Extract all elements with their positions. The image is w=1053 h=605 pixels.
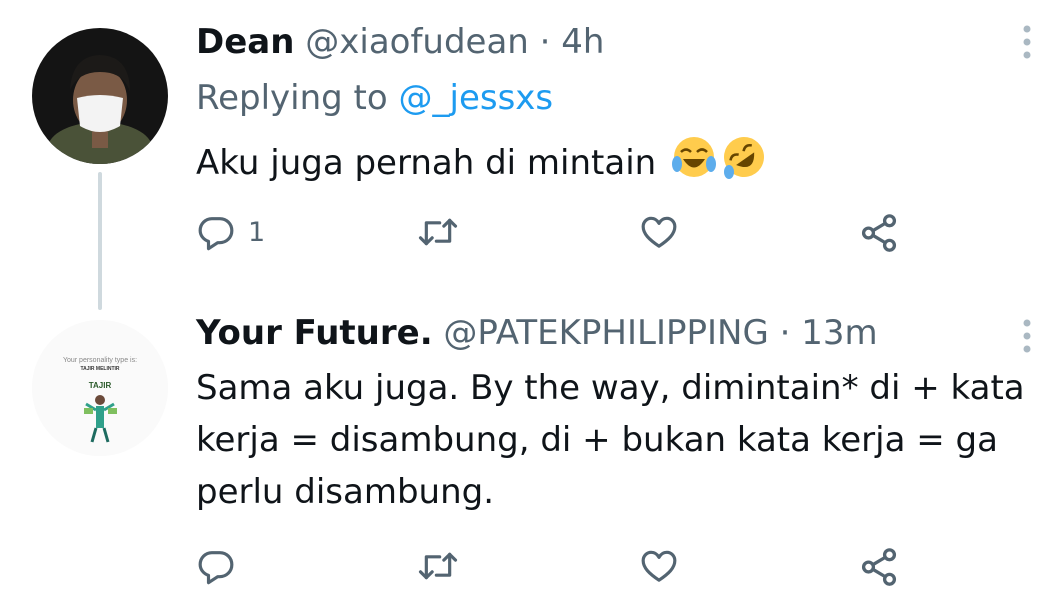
tweet-your-future[interactable]: Your personality type is: TAJIR MELINTIR… (0, 300, 1053, 605)
avatar-caption: Your personality type is: (63, 357, 137, 364)
reply-icon (196, 546, 236, 586)
tweet-text-line: perlu disambung. (196, 472, 495, 512)
timestamp[interactable]: 13m (801, 313, 877, 353)
avatar-label: TAJIR (89, 381, 112, 390)
retweet-button[interactable] (416, 546, 460, 586)
tweet-text-line: kerja = disambung, di + bukan kata kerja… (196, 420, 998, 460)
author-name[interactable]: Your Future. (196, 313, 433, 353)
retweet-button[interactable] (416, 212, 460, 252)
replying-label: Replying to (196, 78, 388, 118)
share-button[interactable] (858, 546, 900, 588)
reply-icon (196, 212, 236, 252)
avatar-dean[interactable] (32, 28, 168, 164)
like-icon (638, 212, 680, 252)
share-button[interactable] (858, 212, 900, 254)
retweet-icon (416, 212, 460, 252)
avatar-subcaption: TAJIR MELINTIR (80, 366, 119, 372)
timestamp[interactable]: 4h (561, 22, 604, 62)
retweet-icon (416, 546, 460, 586)
separator: · (779, 313, 791, 353)
tweet-header: Dean @xiaofudean · 4h (196, 22, 604, 62)
separator: · (539, 22, 551, 62)
share-icon (858, 546, 900, 588)
tweet-dean[interactable]: Dean @xiaofudean · 4h Replying to @_jess… (0, 0, 1053, 310)
tweet-header: Your Future. @PATEKPHILIPPING · 13m (196, 313, 878, 353)
replying-to: Replying to @_jessxs (196, 78, 553, 118)
rolling-on-the-floor-laughing-icon (721, 134, 767, 195)
more-options-icon[interactable] (1022, 24, 1032, 64)
tweet-actions: 1 (196, 212, 916, 262)
like-button[interactable] (638, 546, 680, 586)
tweet-text: Aku juga pernah di mintain (196, 134, 996, 195)
author-handle[interactable]: @PATEKPHILIPPING (443, 313, 768, 353)
avatar-your-future[interactable]: Your personality type is: TAJIR MELINTIR… (32, 320, 168, 456)
reply-count: 1 (248, 216, 266, 248)
like-button[interactable] (638, 212, 680, 252)
author-name[interactable]: Dean (196, 22, 294, 62)
tweet-text-content: Aku juga pernah di mintain (196, 143, 657, 183)
more-options-icon[interactable] (1022, 318, 1032, 358)
author-handle[interactable]: @xiaofudean (305, 22, 529, 62)
replying-handle-link[interactable]: @_jessxs (399, 78, 554, 118)
like-icon (638, 546, 680, 586)
thread-line (98, 172, 102, 310)
tweet-actions (196, 546, 916, 596)
reply-button[interactable]: 1 (196, 212, 265, 252)
tweet-text-line: Sama aku juga. By the way, dimintain* di… (196, 368, 1025, 408)
face-with-tears-of-joy-icon (671, 134, 717, 195)
share-icon (858, 212, 900, 254)
tweet-text: Sama aku juga. By the way, dimintain* di… (196, 362, 1041, 518)
reply-button[interactable] (196, 546, 236, 586)
